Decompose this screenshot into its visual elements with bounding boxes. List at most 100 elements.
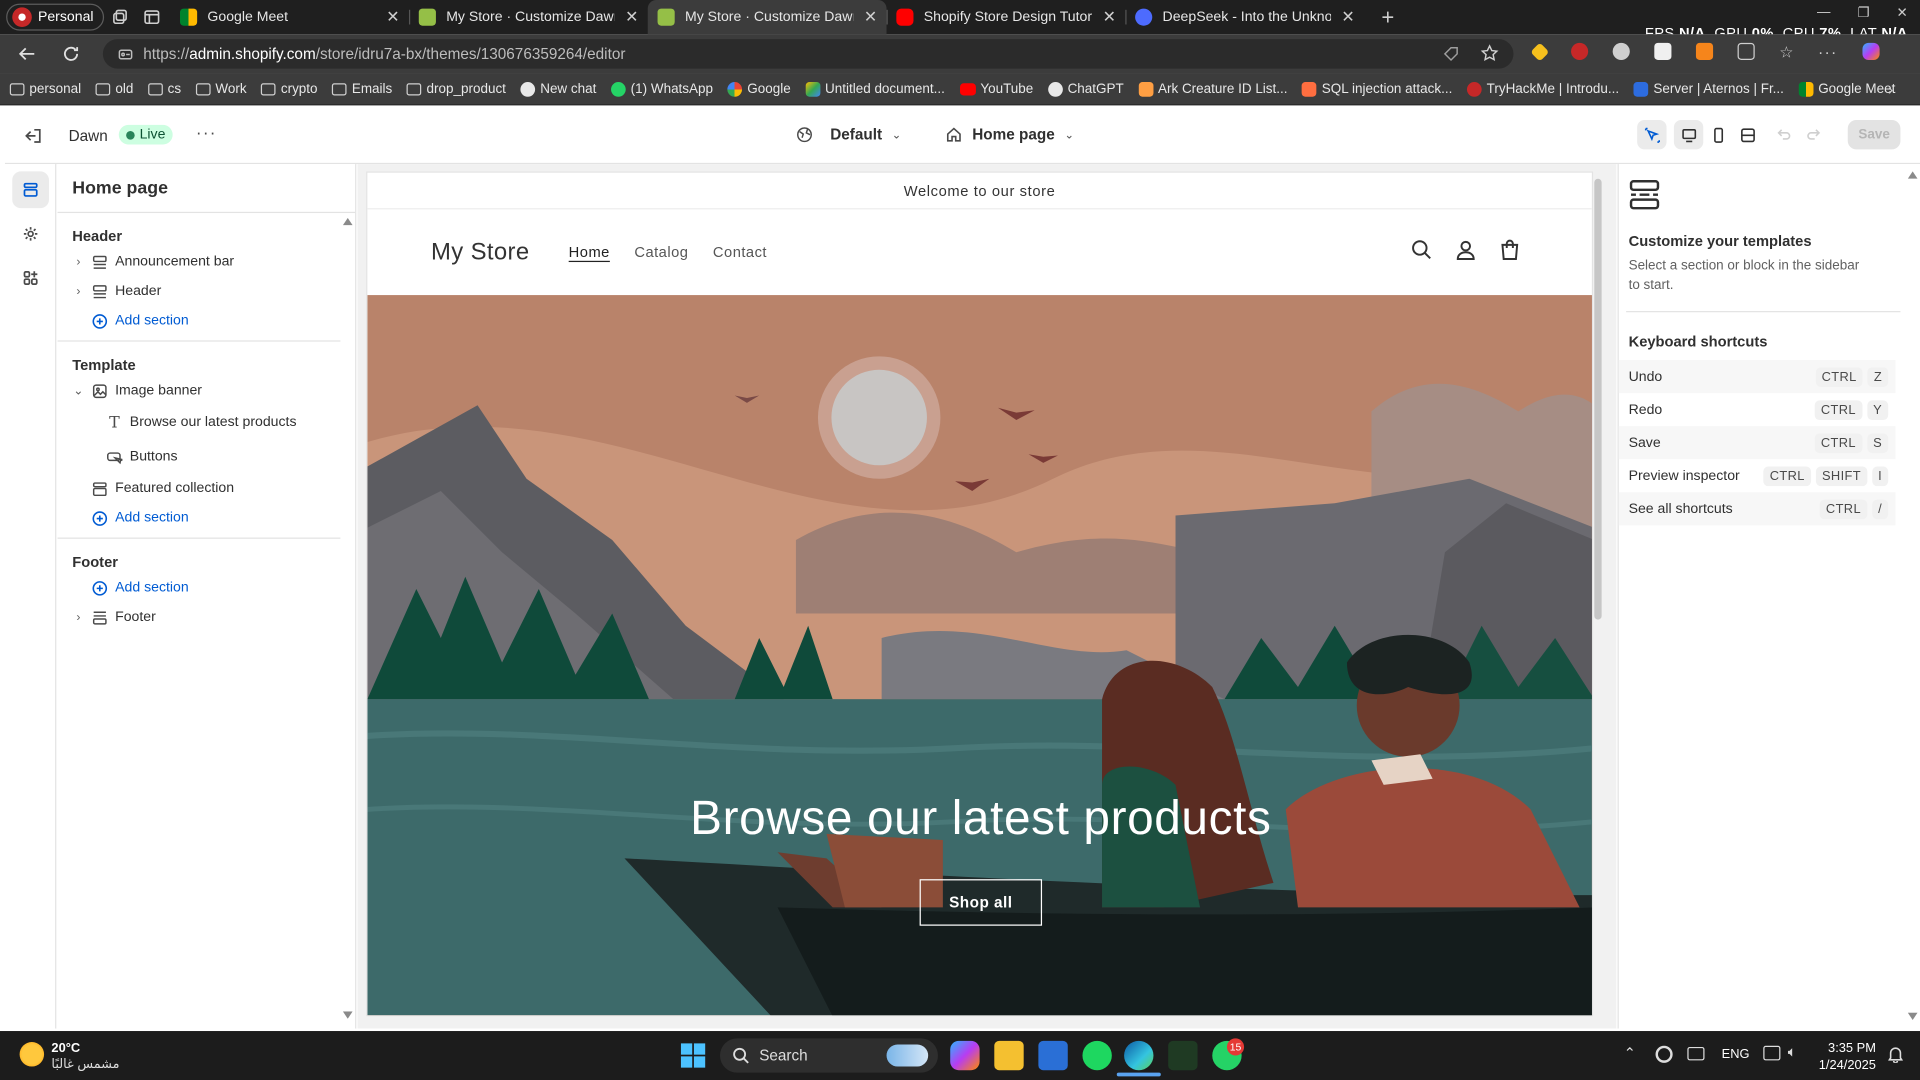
bookmark-new-chat[interactable]: New chat [520, 81, 596, 97]
close-tab-icon[interactable]: ✕ [625, 7, 638, 27]
restore-icon[interactable]: ❐ [1857, 5, 1869, 21]
store-header[interactable]: My Store Home Catalog Contact [367, 209, 1591, 295]
bookmark-aternos[interactable]: Server | Aternos | Fr... [1633, 81, 1784, 97]
mobile-view-button[interactable] [1703, 120, 1732, 149]
weather-temp[interactable]: 20°C [51, 1041, 80, 1056]
account-icon[interactable] [1455, 239, 1477, 261]
adblock-extension-icon[interactable] [1571, 42, 1589, 61]
bookmark-google[interactable]: Google [727, 81, 791, 97]
bookmark-folder-drop-product[interactable]: drop_product [406, 81, 506, 96]
add-section-footer-button[interactable]: Add section [58, 573, 341, 602]
notifications-bell-icon[interactable] [1888, 1046, 1903, 1063]
close-tab-icon[interactable]: ✕ [386, 7, 399, 27]
brightness-icon[interactable] [1655, 1045, 1673, 1063]
announcement-bar-text[interactable]: Welcome to our store [367, 173, 1592, 210]
exit-editor-icon[interactable] [24, 127, 41, 144]
nav-link-contact[interactable]: Contact [713, 244, 767, 261]
section-image-banner[interactable]: ⌄ Image banner [58, 376, 341, 405]
bookmark-google-meet[interactable]: Google Meet [1798, 81, 1895, 97]
theme-preset-selector[interactable]: Default ⌄ [796, 126, 901, 143]
weather-desc[interactable]: مشمس غالبًا [51, 1057, 119, 1072]
bookmark-youtube[interactable]: YouTube [959, 81, 1033, 96]
page-selector[interactable]: Home page ⌄ [945, 126, 1074, 143]
more-bookmarks-chevron-icon[interactable]: › [1888, 80, 1893, 97]
profile-button[interactable]: Personal [6, 3, 105, 31]
tab-google-meet[interactable]: Google Meet ✕ [171, 0, 410, 34]
section-announcement-bar[interactable]: › Announcement bar [58, 247, 341, 276]
extensions-puzzle-icon[interactable] [1737, 42, 1755, 61]
vpn-extension-icon[interactable] [1612, 42, 1630, 61]
bookmark-untitled-document[interactable]: Untitled document... [805, 81, 945, 97]
theme-settings-tab-button[interactable] [12, 216, 49, 253]
sidebar-scroll-up-icon[interactable] [342, 217, 353, 226]
sections-tab-button[interactable] [12, 171, 49, 209]
bookmark-folder-work[interactable]: Work [195, 81, 247, 96]
shop-all-button[interactable]: Shop all [919, 879, 1043, 926]
language-indicator[interactable]: ENG [1722, 1047, 1750, 1062]
nav-link-home[interactable]: Home [569, 244, 610, 261]
metamask-extension-icon[interactable] [1695, 42, 1714, 61]
bookmark-folder-crypto[interactable]: crypto [261, 81, 318, 96]
chevron-right-icon[interactable]: › [72, 285, 84, 298]
microsoft-store-icon[interactable] [1038, 1040, 1068, 1071]
edge-icon[interactable] [1124, 1040, 1154, 1071]
banner-heading[interactable]: Browse our latest products [367, 792, 1591, 846]
tab-deepseek[interactable]: DeepSeek - Into the Unknown ✕ [1125, 0, 1365, 34]
close-tab-icon[interactable]: ✕ [1103, 7, 1116, 27]
panel-scroll-up-icon[interactable] [1907, 171, 1918, 179]
close-tab-icon[interactable]: ✕ [1341, 7, 1354, 27]
add-section-template-button[interactable]: Add section [58, 503, 341, 532]
tab-shopify-active[interactable]: My Store · Customize Dawn · Shopify ✕ [648, 0, 888, 35]
add-section-header-button[interactable]: Add section [58, 306, 341, 335]
storefront-preview[interactable]: Welcome to our store My Store Home Catal… [366, 171, 1594, 1017]
close-tab-icon[interactable]: ✕ [864, 7, 877, 27]
bookmark-sql-injection[interactable]: SQL injection attack... [1302, 81, 1452, 97]
chevron-right-icon[interactable]: › [72, 255, 84, 268]
block-buttons[interactable]: Buttons [58, 440, 341, 474]
block-banner-heading[interactable]: T Browse our latest products [58, 405, 341, 439]
sidebar-scroll-down-icon[interactable] [342, 1011, 353, 1019]
tag-icon[interactable] [1442, 45, 1459, 62]
highlighter-extension-icon[interactable] [1530, 42, 1550, 62]
section-footer[interactable]: › Footer [58, 602, 341, 631]
favorites-icon[interactable]: ☆ [1779, 43, 1793, 63]
pycharm-icon[interactable] [1168, 1040, 1198, 1071]
workspaces-icon[interactable] [105, 4, 137, 31]
cart-icon[interactable] [1499, 239, 1521, 261]
inspector-toggle-button[interactable] [1637, 120, 1667, 150]
volume-icon[interactable]: 🔈︎ [1788, 1043, 1797, 1061]
weather-sun-icon[interactable] [19, 1042, 45, 1067]
copilot-icon[interactable] [1862, 42, 1880, 61]
more-actions-button[interactable]: ··· [196, 122, 217, 142]
redo-button[interactable] [1799, 120, 1828, 149]
bookmark-chatgpt[interactable]: ChatGPT [1047, 81, 1124, 97]
close-window-icon[interactable]: ✕ [1896, 5, 1907, 21]
search-icon[interactable] [1411, 239, 1433, 261]
preview-scrollbar-thumb[interactable] [1594, 178, 1602, 620]
new-tab-icon[interactable]: + [1372, 4, 1404, 31]
copilot-taskbar-icon[interactable] [950, 1040, 980, 1071]
undo-button[interactable] [1769, 120, 1798, 149]
bookmark-folder-cs[interactable]: cs [148, 81, 181, 96]
store-logo[interactable]: My Store [431, 238, 529, 266]
fullscreen-view-button[interactable] [1733, 120, 1762, 149]
nav-link-catalog[interactable]: Catalog [634, 244, 688, 261]
bookmark-star-icon[interactable] [1480, 44, 1499, 62]
reload-icon[interactable] [61, 44, 81, 64]
minimize-icon[interactable]: — [1817, 5, 1830, 21]
chevron-right-icon[interactable]: › [72, 610, 84, 623]
desktop-view-button[interactable] [1673, 120, 1704, 150]
section-featured-collection[interactable]: Featured collection [58, 474, 341, 503]
bookmark-folder-emails[interactable]: Emails [332, 81, 392, 96]
taskbar-search[interactable]: Search [720, 1038, 938, 1073]
file-explorer-icon[interactable] [994, 1040, 1024, 1071]
bookmark-folder-personal[interactable]: personal [9, 81, 81, 96]
app-embeds-tab-button[interactable] [12, 260, 49, 297]
tray-chevron-up-icon[interactable]: ⌃ [1624, 1044, 1636, 1061]
url-field[interactable]: https://admin.shopify.com/store/idru7a-b… [102, 39, 1514, 69]
bookmark-ark-creature[interactable]: Ark Creature ID List... [1138, 81, 1288, 97]
image-banner[interactable]: Browse our latest products Shop all [367, 295, 1592, 1016]
spotify-icon[interactable] [1082, 1040, 1112, 1071]
tab-actions-icon[interactable] [136, 4, 168, 31]
bookmark-folder-old[interactable]: old [95, 81, 133, 96]
